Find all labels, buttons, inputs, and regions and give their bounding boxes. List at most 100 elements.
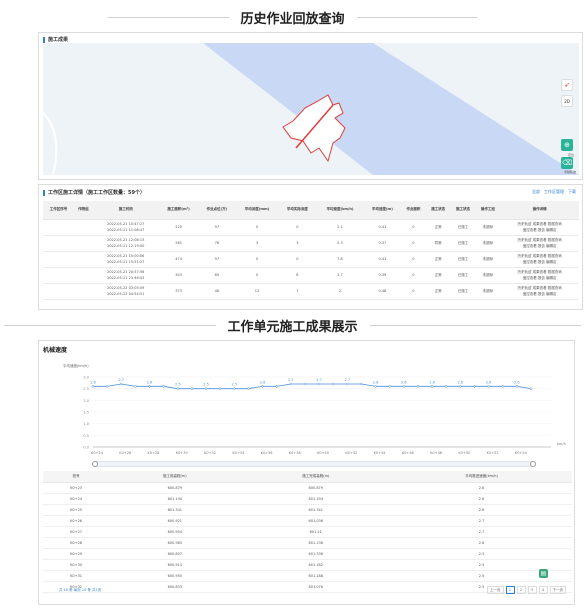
table-cell: K0+30 [43,559,110,571]
work-area-table: 工作区序号 作物组 施工时间 施工面积(m²) 作业点位(万) 平均深度(mm) 平均实际深… [43,201,579,300]
table-row[interactable]: 2022-05-21 12:08:13 2022-05-21 12:19:00 26… [43,235,579,252]
panel-title: 机械速度 [43,347,68,354]
slider-left-handle[interactable] [92,461,98,467]
value-cell: 7.8 [316,251,364,268]
table-row[interactable]: 2022-05-21 15:00:06 2022-05-21 15:51:27 47… [43,251,579,268]
table-row[interactable]: 2022-05-21 10:47:27 2022-05-21 11:08:47 22… [43,219,579,236]
x-tick-label: K0+32 [204,451,216,455]
table-row: K0+24 601.194 601.194 2.6 [43,493,572,505]
page-button[interactable]: 3 [527,586,537,594]
status-cell[interactable]: 正常 [425,267,451,284]
trash-icon[interactable]: ⌫ [561,157,573,169]
work-area-manage-link[interactable]: 工作区管理 [544,189,564,195]
construction-time-cell: 2022-05-22 03:05:09 2022-05-22 04:54:51 [92,283,159,300]
construction-time-cell: 2022-05-21 15:00:06 2022-05-21 15:51:27 [92,251,159,268]
x-tick-label: K0+26 [119,451,131,455]
layer-icon[interactable]: 2D [561,95,573,107]
data-point [105,385,109,388]
table-cell: 601.341 [240,504,392,516]
locate-icon[interactable]: ⊕ [561,139,573,151]
slider-right-handle[interactable] [530,461,536,467]
all-link[interactable]: 全部 [532,189,540,195]
data-point [402,385,406,388]
value-cell: 69 [198,267,236,284]
data-point [275,385,278,388]
data-label: 2.7 [345,378,351,382]
value-cell: 2.7 [316,267,364,284]
data-label: 2.6 [458,380,464,384]
value-cell: 97 [198,219,236,236]
column-header: 施工前高程(m) [109,471,241,483]
value-cell: 474 [158,251,199,268]
status-cell[interactable]: 正常 [425,219,451,236]
chart-zoom-slider[interactable] [92,461,536,467]
x-tick-label: K0+40 [317,451,329,455]
status-cell[interactable]: 异常 [425,235,451,252]
operation-links[interactable]: 遥控查看 报告 编辑区 [500,259,579,265]
operation-links[interactable]: 遥控查看 报告 编辑区 [500,227,579,233]
value-cell: 12 [235,283,279,300]
page-button[interactable]: 1 [505,586,515,594]
construct-state-cell: 已施工 [450,219,476,236]
value-cell: 0 [278,219,317,236]
data-point [529,387,533,390]
column-header: 平均推进速度(km/h) [391,471,572,483]
work-area-no-cell [43,235,75,252]
operation-links[interactable]: 遥控查看 报告 编辑区 [500,243,579,249]
data-point [218,387,222,390]
status-cell[interactable]: 正常 [425,283,451,300]
value-cell: 0 [400,235,426,252]
over-limit-cell: 未超标 [475,283,501,300]
end-time: 2022-05-21 15:51:27 [107,260,145,264]
table-cell: 601.076 [240,581,392,593]
value-cell: 97 [198,251,236,268]
data-point [162,385,165,388]
table-footer-info: 共 10 条 每页 10 条 共1页 [59,588,102,592]
panel-title: 施工成果 [43,36,68,43]
x-tick-label: K0+30 [176,451,188,455]
next-page-button[interactable]: 下一页 [549,586,566,594]
page-button[interactable]: 2 [516,586,526,594]
column-header: 施工状态 [425,201,451,220]
table-cell: K0+25 [43,504,110,516]
table-cell: 600.833 [109,581,241,593]
column-header: 操作工班 [475,201,501,220]
column-header: 施工完成高程(m) [240,471,392,483]
value-cell: 0.41 [363,251,401,268]
status-cell[interactable]: 正常 [425,251,451,268]
data-label: 2.7 [288,378,294,382]
work-area-no-cell [43,251,75,268]
compass-icon[interactable]: ➶ [561,79,573,91]
download-link[interactable]: 下载 [568,189,576,195]
table-row[interactable]: 2022-05-21 20:57:56 2022-05-21 23:46:03 34… [43,267,579,284]
value-cell: 78 [198,235,236,252]
value-cell: 0 [235,267,279,284]
column-header: 施工时间 [92,201,159,220]
value-cell: 2 [316,283,364,300]
operation-links[interactable]: 遥控查看 报告 编辑区 [500,275,579,281]
x-tick-label: K0+24 [91,451,104,455]
divider [4,325,216,326]
export-icon[interactable]: ▤ [539,569,548,578]
column-header: 工作区序号 [43,201,75,220]
prev-page-button[interactable]: 上一页 [487,586,504,594]
section-heading-history: 历史作业回放查询 [0,8,585,27]
table-row[interactable]: 2022-05-22 03:05:09 2022-05-22 04:54:51 37… [43,283,579,300]
x-tick-label: K0+48 [430,451,442,455]
crop-group-cell [74,235,93,252]
data-point [190,387,194,390]
data-point [204,387,208,390]
operations-cell: 历史轨迹 成果查看 数据查询 遥控查看 报告 编辑区 [500,235,579,252]
y-tick-label: 0.0 [83,446,89,450]
data-point [289,382,293,386]
y-tick-label: 1.5 [83,411,89,415]
map-view[interactable]: ➶ 2D ⊕ 定位 ⌫ 清除轨迹 [43,43,579,175]
operations-cell: 历史轨迹 成果查看 数据查询 遥控查看 报告 编辑区 [500,219,579,236]
page-button[interactable]: 4 [538,586,548,594]
operation-links[interactable]: 遥控查看 报告 编辑区 [500,291,579,297]
section-heading-result: 工作单元施工成果展示 [0,316,585,335]
column-header: 平均深度(mm) [235,201,279,220]
table-cell: K0+31 [43,570,110,582]
data-point [120,382,123,386]
map-canvas[interactable] [43,43,579,175]
